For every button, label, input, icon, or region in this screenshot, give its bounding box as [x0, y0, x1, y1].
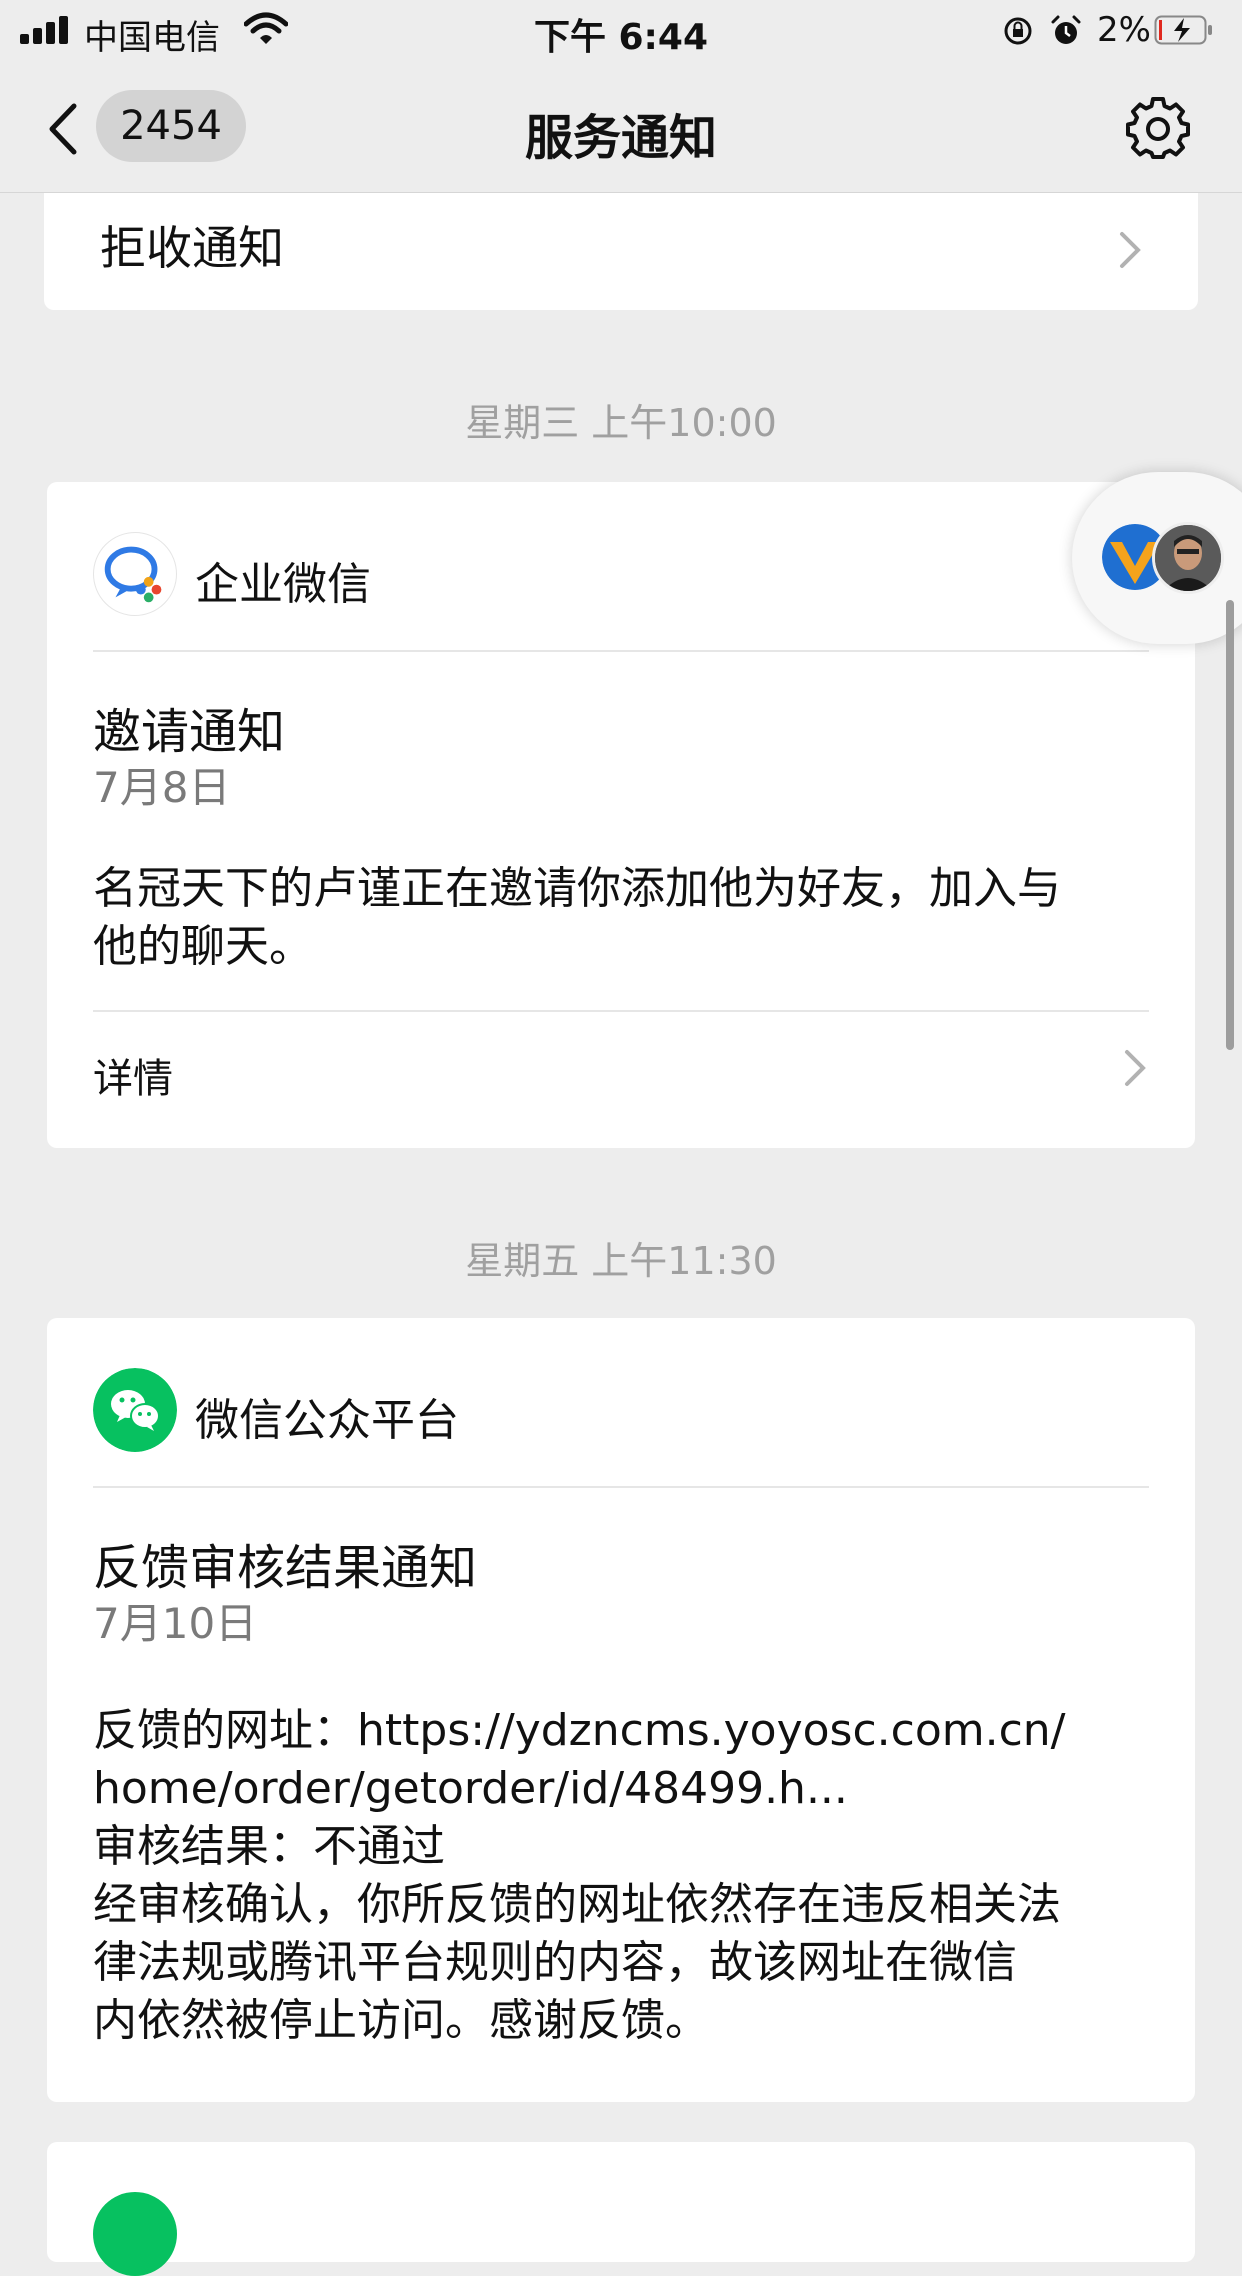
status-bar: 中国电信 下午 6:44 2%: [0, 0, 1242, 62]
refuse-notifications-label: 拒收通知: [100, 221, 284, 275]
alarm-icon: [1051, 15, 1081, 44]
message-body: 名冠天下的卢谨正在邀请你添加他为好友，加入与 他的聊天。: [93, 860, 1163, 976]
navigation-bar: 2454 服务通知: [0, 62, 1242, 193]
wechat-icon: [93, 2192, 177, 2276]
message-timestamp: 星期五 上午11:30: [465, 1239, 777, 1283]
body-line: 他的聊天。: [93, 921, 313, 972]
body-line: home/order/getorder/id/48499.h...: [93, 1763, 848, 1814]
details-label: 详情: [93, 1056, 173, 1102]
message-card-feedback-result[interactable]: 微信公众平台 反馈审核结果通知 7月10日 反馈的网址：https://ydzn…: [47, 1318, 1195, 2102]
message-card-next[interactable]: [47, 2142, 1195, 2276]
message-body: 反馈的网址：https://ydzncms.yoyosc.com.cn/ hom…: [93, 1702, 1163, 2050]
page-title: 服务通知: [524, 110, 717, 166]
floating-window-bubble[interactable]: [1072, 472, 1242, 644]
message-title: 反馈审核结果通知: [93, 1540, 478, 1596]
details-link[interactable]: 详情: [93, 1022, 1149, 1112]
message-title: 邀请通知: [93, 704, 286, 760]
chevron-right-icon: [1120, 232, 1141, 268]
divider: [93, 1010, 1149, 1012]
message-sender: 企业微信: [93, 532, 1149, 616]
body-line: 经审核确认，你所反馈的网址依然存在违反相关法: [93, 1879, 1061, 1930]
battery-charging-icon: [1154, 15, 1212, 45]
avatar: [1152, 522, 1224, 594]
body-line: 审核结果：不通过: [93, 1821, 445, 1872]
body-line: 律法规或腾讯平台规则的内容，故该网址在微信: [93, 1937, 1017, 1988]
sender-name: 企业微信: [195, 559, 371, 610]
divider: [93, 650, 1149, 652]
message-date: 7月10日: [93, 1599, 258, 1648]
gear-icon[interactable]: [1126, 96, 1190, 160]
wecom-icon: [93, 532, 177, 616]
sender-name: 微信公众平台: [195, 1395, 459, 1446]
message-date: 7月8日: [93, 763, 231, 812]
message-timestamp: 星期三 上午10:00: [465, 401, 777, 445]
body-line: 反馈的网址：https://ydzncms.yoyosc.com.cn/: [93, 1705, 1066, 1756]
divider: [93, 1486, 1149, 1488]
message-card-invitation[interactable]: 企业微信 邀请通知 7月8日 名冠天下的卢谨正在邀请你添加他为好友，加入与 他的…: [47, 482, 1195, 1148]
message-sender: 微信公众平台: [93, 1368, 1149, 1452]
rotation-lock-icon: [1004, 17, 1032, 45]
battery-percentage: 2%: [1097, 10, 1151, 50]
wechat-icon: [93, 1368, 177, 1452]
scrollbar[interactable]: [1226, 600, 1234, 1050]
body-line: 名冠天下的卢谨正在邀请你添加他为好友，加入与: [93, 863, 1061, 914]
chevron-right-icon: [1125, 1050, 1146, 1086]
body-line: 内依然被停止访问。感谢反馈。: [93, 1995, 709, 2046]
